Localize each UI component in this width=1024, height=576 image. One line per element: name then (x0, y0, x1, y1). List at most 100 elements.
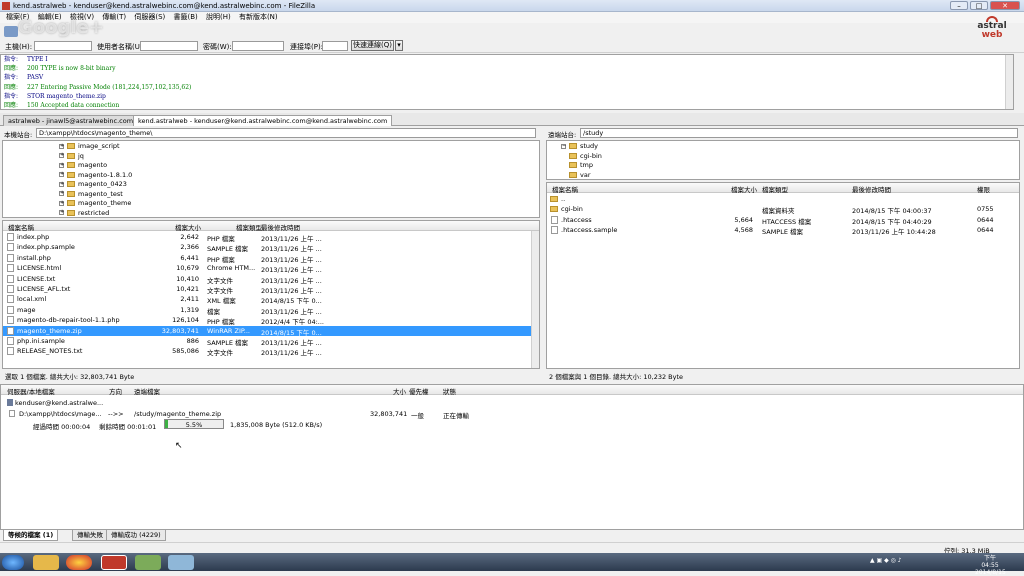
start-button-icon[interactable] (2, 555, 24, 570)
remote-file-row[interactable]: .htaccess 5,664 HTACCESS 檔案 2014/8/15 下午 04… (547, 215, 1019, 226)
collapse-icon[interactable]: − (561, 143, 566, 149)
tab-astralweb[interactable]: astralweb - jinawl5@astralwebinc.com (3, 115, 139, 126)
queue-header-priority[interactable]: 優先權 (409, 386, 429, 396)
remote-tree-item[interactable]: tmp (547, 161, 1019, 171)
queue-server[interactable]: kenduser@kend.astralwe... (15, 399, 103, 407)
expand-icon[interactable]: + (59, 172, 64, 177)
local-file-row[interactable]: LICENSE.html 10,679 Chrome HTM... 2013/11/2… (3, 263, 539, 274)
queue-header-status[interactable]: 狀態 (443, 386, 456, 396)
local-tree-item[interactable]: + magento_theme (59, 199, 539, 209)
queue-header-file[interactable]: 伺服器/本地檔案 (7, 386, 55, 396)
file-icon (7, 233, 14, 241)
local-tree-item[interactable]: + jq (59, 152, 539, 162)
remote-header-type[interactable]: 檔案類型 (762, 184, 788, 194)
app-taskbar-icon[interactable] (135, 555, 161, 570)
local-tree-item[interactable]: + magento-1.8.1.0 (59, 171, 539, 181)
expand-icon[interactable]: + (59, 162, 64, 168)
remote-header-name[interactable]: 檔案名稱 (552, 184, 578, 194)
expand-icon[interactable]: + (59, 210, 64, 215)
remote-tree-item[interactable]: var (547, 171, 1019, 180)
explorer-taskbar-icon[interactable] (33, 555, 59, 570)
app2-taskbar-icon[interactable] (168, 555, 194, 570)
connection-tabs: astralweb - jinawl5@astralwebinc.com ken… (0, 113, 1024, 126)
clock[interactable]: 下午 04:55 2014/8/15 (975, 555, 1006, 576)
expand-icon[interactable]: + (59, 200, 64, 206)
remote-header-date[interactable]: 最後修改時間 (852, 184, 891, 194)
file-name: mage (17, 305, 36, 314)
log-type: 回應: (4, 65, 19, 73)
local-file-row[interactable]: install.php 6,441 PHP 檔案 2013/11/26 上午 ... (3, 253, 539, 264)
local-tree-item[interactable]: + magento_0423 (59, 180, 539, 190)
local-tree-item[interactable]: + restricted (59, 209, 539, 218)
log-scrollbar[interactable] (1005, 55, 1013, 109)
local-file-row[interactable]: magento_theme.zip 32,803,741 WinRAR ZIP...… (3, 325, 539, 337)
expand-icon[interactable]: + (59, 191, 64, 196)
local-tree-item[interactable]: + image_script (59, 142, 539, 152)
progress-label: 5.5% (185, 421, 203, 429)
chrome-taskbar-icon[interactable] (66, 555, 92, 570)
menu-server[interactable]: 伺服器(S) (134, 12, 165, 23)
folder-icon (569, 171, 577, 178)
remote-file-row[interactable]: cgi-bin 檔案資料夾 2014/8/15 下午 04:00:37 0755 (547, 204, 1019, 215)
file-type: WinRAR ZIP... (207, 326, 250, 335)
tab-failed-transfers[interactable]: 傳輸失敗 (72, 530, 108, 541)
local-tree-item[interactable]: + magento (59, 161, 539, 171)
queue-header-direction[interactable]: 方向 (109, 386, 122, 396)
menu-help[interactable]: 說明(H) (206, 12, 231, 23)
quickconnect-dropdown-button[interactable]: ▾ (395, 40, 403, 51)
local-tree-label: magento_test (78, 189, 123, 198)
filezilla-taskbar-icon[interactable] (101, 555, 127, 570)
expand-icon[interactable]: + (59, 153, 64, 158)
local-file-row[interactable]: magento-db-repair-tool-1.1.php 126,104 PHP… (3, 315, 539, 326)
tab-successful-transfers[interactable]: 傳輸成功 (4229) (106, 530, 166, 541)
remote-file-row[interactable]: .. (547, 194, 1019, 204)
expand-icon[interactable]: + (59, 143, 64, 149)
remote-status: 2 個檔案與 1 個目錄. 總共大小: 10,232 Byte (549, 373, 684, 381)
close-button[interactable]: ✕ (990, 1, 1020, 10)
queue-header-size[interactable]: 大小 (393, 386, 406, 396)
quickconnect-button[interactable]: 快速連線(Q) (351, 40, 394, 51)
remote-tree-item[interactable]: − study (547, 142, 1019, 152)
local-header-date[interactable]: 最後修改時間 (261, 222, 300, 232)
remote-header-size[interactable]: 檔案大小 (731, 184, 757, 194)
system-tray[interactable]: ▲ ▣ ◆ ◎ ♪ (870, 557, 950, 567)
remote-header-perm[interactable]: 權限 (977, 184, 990, 194)
local-file-row[interactable]: index.php.sample 2,366 SAMPLE 檔案 2013/11/26… (3, 242, 539, 253)
local-file-row[interactable]: index.php 2,642 PHP 檔案 2013/11/26 上午 ... (3, 232, 539, 243)
port-input[interactable] (322, 41, 348, 51)
folder-icon (67, 171, 75, 178)
site-manager-icon[interactable] (4, 26, 18, 37)
host-input[interactable] (34, 41, 92, 51)
username-input[interactable] (140, 41, 198, 51)
menu-new-version[interactable]: 有新版本(N) (239, 12, 278, 23)
file-name: .. (561, 195, 566, 203)
tab-queued-files[interactable]: 等候的檔案 (1) (3, 530, 59, 541)
remote-site-label: 遠端站台: (548, 131, 577, 139)
local-file-row[interactable]: php.ini.sample 886 SAMPLE 檔案 2013/11/26 上午 … (3, 336, 539, 347)
local-header-name[interactable]: 檔案名稱 (8, 222, 34, 232)
menu-transfer[interactable]: 傳輸(T) (102, 12, 126, 23)
remote-file-row[interactable]: .htaccess.sample 4,568 SAMPLE 檔案 2013/11/26… (547, 225, 1019, 236)
maximize-button[interactable]: □ (970, 1, 988, 10)
local-header-type[interactable]: 檔案類型 (236, 222, 262, 232)
local-file-row[interactable]: mage 1,319 檔案 2013/11/26 上午 ... (3, 305, 539, 316)
password-input[interactable] (232, 41, 284, 51)
menu-bookmarks[interactable]: 書籤(B) (173, 12, 197, 23)
local-list-scrollbar[interactable] (531, 231, 539, 368)
local-path-input[interactable]: D:\xampp\htdocs\magento_theme\ (36, 128, 536, 138)
local-file-row[interactable]: LICENSE_AFL.txt 10,421 文字文件 2013/11/26 上午 .… (3, 284, 539, 295)
queue-header-remote[interactable]: 遠端檔案 (134, 386, 160, 396)
local-file-row[interactable]: local.xml 2,411 XML 檔案 2014/8/15 下午 0... (3, 294, 539, 305)
tab-kend-astralweb[interactable]: kend.astralweb - kenduser@kend.astralweb… (133, 115, 393, 126)
local-header-size[interactable]: 檔案大小 (175, 222, 201, 232)
expand-icon[interactable]: + (59, 181, 64, 187)
remote-path-input[interactable]: /study (580, 128, 1018, 138)
local-tree-item[interactable]: + magento_test (59, 190, 539, 200)
minimize-button[interactable]: – (950, 1, 968, 10)
queue-local-file[interactable]: D:\xampp\htdocs\mage... (19, 410, 102, 418)
file-size: 4,568 (734, 226, 753, 235)
file-name: LICENSE.html (17, 264, 62, 273)
remote-tree-item[interactable]: cgi-bin (547, 152, 1019, 162)
local-file-row[interactable]: LICENSE.txt 10,410 文字文件 2013/11/26 上午 ... (3, 274, 539, 285)
local-file-row[interactable]: RELEASE_NOTES.txt 585,086 文字文件 2013/11/26 上… (3, 346, 539, 357)
